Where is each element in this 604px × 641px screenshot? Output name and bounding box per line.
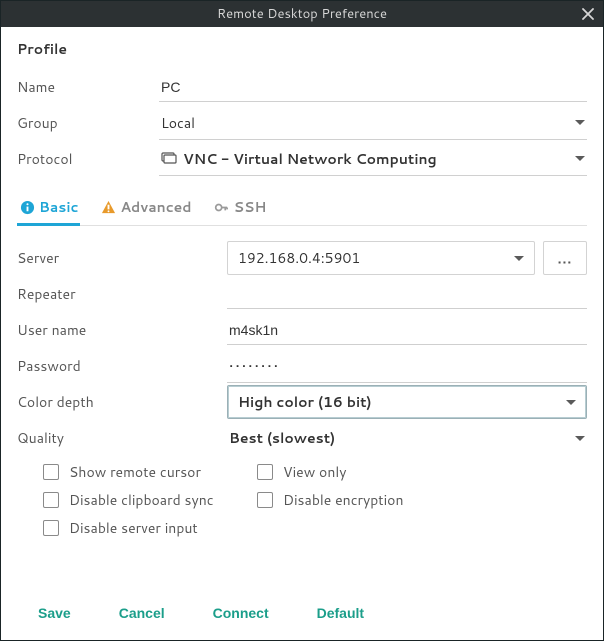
group-label: Group — [17, 113, 159, 133]
chevron-down-icon — [575, 120, 585, 125]
tab-advanced-label: Advanced — [120, 197, 191, 217]
protocol-label: Protocol — [17, 149, 159, 169]
check-view-only[interactable]: View only — [257, 462, 404, 482]
info-icon — [19, 199, 35, 215]
key-icon — [214, 199, 230, 215]
quality-value: Best (slowest) — [229, 428, 575, 448]
tab-basic[interactable]: Basic — [17, 191, 80, 225]
protocol-combo[interactable]: VNC - Virtual Network Computing — [159, 143, 587, 176]
name-input[interactable] — [159, 73, 587, 102]
close-icon[interactable] — [579, 5, 597, 23]
check-label: Show remote cursor — [69, 462, 201, 482]
save-button[interactable]: Save — [36, 601, 73, 625]
tab-ssh[interactable]: SSH — [212, 191, 269, 225]
tab-basic-label: Basic — [39, 197, 78, 217]
tab-ssh-label: SSH — [234, 197, 267, 217]
username-label: User name — [17, 320, 227, 340]
colordepth-select[interactable]: High color (16 bit) — [227, 385, 587, 419]
chevron-down-icon — [575, 436, 585, 441]
colordepth-value: High color (16 bit) — [238, 392, 566, 412]
window-titlebar: Remote Desktop Preference — [1, 1, 603, 27]
protocol-value: VNC - Virtual Network Computing — [183, 149, 575, 169]
repeater-input[interactable] — [227, 280, 587, 309]
check-disable-server-input[interactable]: Disable server input — [43, 518, 257, 538]
window-title: Remote Desktop Preference — [217, 5, 387, 23]
server-value: 192.168.0.4:5901 — [238, 248, 514, 268]
password-label: Password — [17, 356, 227, 376]
name-label: Name — [17, 77, 159, 97]
group-value: Local — [161, 113, 575, 133]
quality-label: Quality — [17, 428, 227, 448]
checkbox-icon — [43, 492, 59, 508]
chevron-down-icon — [566, 400, 576, 405]
more-label: ... — [558, 248, 573, 268]
dialog-footer: Save Cancel Connect Default — [0, 587, 604, 641]
repeater-label: Repeater — [17, 284, 227, 304]
password-input[interactable]: •••••••• — [227, 350, 587, 383]
check-label: Disable clipboard sync — [69, 490, 214, 510]
monitor-icon — [161, 152, 177, 166]
server-more-button[interactable]: ... — [543, 241, 587, 275]
checkbox-icon — [43, 464, 59, 480]
connect-button[interactable]: Connect — [211, 601, 271, 625]
check-label: Disable encryption — [283, 490, 404, 510]
check-label: Disable server input — [69, 518, 198, 538]
tabs: Basic Advanced SSH — [17, 191, 587, 226]
check-disable-encryption[interactable]: Disable encryption — [257, 490, 404, 510]
server-label: Server — [17, 248, 227, 268]
group-combo[interactable]: Local — [159, 107, 587, 140]
default-button[interactable]: Default — [315, 601, 366, 625]
cancel-button[interactable]: Cancel — [117, 601, 167, 625]
checkbox-icon — [257, 464, 273, 480]
tab-advanced[interactable]: Advanced — [98, 191, 193, 225]
profile-heading: Profile — [17, 39, 587, 59]
quality-select[interactable]: Best (slowest) — [227, 422, 587, 454]
checkbox-icon — [257, 492, 273, 508]
username-input[interactable] — [227, 316, 587, 345]
server-combo[interactable]: 192.168.0.4:5901 — [227, 241, 535, 275]
check-disable-clipboard-sync[interactable]: Disable clipboard sync — [43, 490, 257, 510]
chevron-down-icon — [514, 256, 524, 261]
check-label: View only — [283, 462, 346, 482]
check-show-remote-cursor[interactable]: Show remote cursor — [43, 462, 257, 482]
colordepth-label: Color depth — [17, 392, 227, 412]
warning-icon — [100, 199, 116, 215]
chevron-down-icon — [575, 156, 585, 161]
checkbox-icon — [43, 520, 59, 536]
